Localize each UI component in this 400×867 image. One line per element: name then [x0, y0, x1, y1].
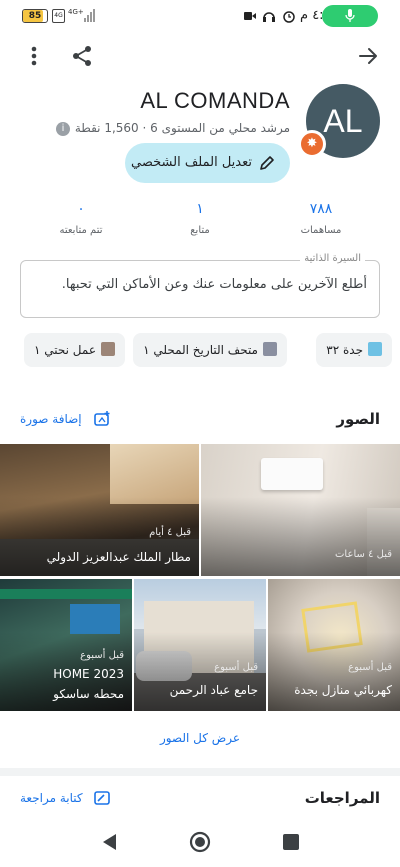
- video-icon: [244, 12, 256, 20]
- chip-city[interactable]: جدة ٣٢: [316, 333, 392, 367]
- stat-label: تتم متابعته: [59, 225, 103, 236]
- more-options-icon[interactable]: [24, 44, 44, 68]
- profile-name: AL COMANDA: [140, 88, 290, 113]
- photo-tile[interactable]: قبل أسبوع كهربائي منازل بجدة: [268, 579, 400, 711]
- museum-icon: [263, 342, 277, 356]
- pencil-icon: [260, 156, 274, 170]
- stat-contributions[interactable]: ٧٨٨ مساهمات: [276, 200, 366, 236]
- stat-value: ٧٨٨: [309, 200, 333, 216]
- city-icon: [368, 342, 382, 356]
- photo-time: قبل ٤ ساعات: [335, 549, 392, 560]
- local-guide-badge-icon: ✸: [298, 130, 326, 158]
- view-all-photos-button[interactable]: عرض كل الصور: [0, 731, 400, 745]
- headset-icon: [263, 12, 275, 22]
- chip-sculpture[interactable]: عمل نحتي ١: [24, 333, 125, 367]
- photo-time: قبل أسبوع: [348, 662, 392, 673]
- mic-indicator: [322, 5, 378, 27]
- info-icon[interactable]: i: [56, 122, 70, 136]
- stat-value: ٠: [77, 200, 85, 216]
- alarm-icon: [283, 11, 295, 23]
- bio-field[interactable]: السيرة الذاتية أطلع الآخرين على معلومات …: [20, 253, 380, 318]
- system-nav-bar: [0, 820, 400, 867]
- network-type: 4G+: [68, 8, 84, 16]
- photo-tile[interactable]: قبل أسبوع HOME 2023 محطه ساسكو: [0, 579, 132, 711]
- photo-title: كهربائي منازل بجدة: [294, 683, 392, 697]
- section-divider: [0, 768, 400, 776]
- write-review-button[interactable]: كتابة مراجعة: [20, 791, 83, 805]
- add-photo-button[interactable]: إضافة صورة: [20, 412, 82, 426]
- photo-time: قبل ٤ أيام: [149, 527, 191, 538]
- share-icon[interactable]: [70, 44, 94, 68]
- signal-icon: [84, 9, 96, 22]
- stat-label: متابع: [190, 225, 210, 236]
- photo-tile[interactable]: قبل أسبوع جامع عباد الرحمن: [134, 579, 266, 711]
- back-nav-icon[interactable]: [100, 832, 118, 852]
- stat-following[interactable]: ٠ تتم متابعته: [36, 200, 126, 236]
- recents-nav-icon[interactable]: [282, 833, 300, 851]
- bio-placeholder: أطلع الآخرين على معلومات عنك وعن الأماكن…: [61, 277, 367, 292]
- photo-title: HOME 2023: [53, 667, 124, 681]
- stat-label: مساهمات: [300, 225, 342, 236]
- write-review-icon: [94, 791, 110, 805]
- photo-time: قبل أسبوع: [80, 650, 124, 661]
- stat-value: ١: [196, 200, 204, 216]
- add-photo-icon: [94, 411, 110, 426]
- status-bar: 85 4G 4G+ ٤:٣٤ م: [0, 0, 400, 34]
- photo-tile[interactable]: قبل ٤ ساعات: [201, 444, 400, 576]
- mic-icon: [345, 9, 355, 22]
- chip-museum[interactable]: متحف التاريخ المحلي ١: [133, 333, 287, 367]
- photo-subtitle: محطه ساسكو: [53, 687, 124, 701]
- battery-icon: 85: [22, 9, 48, 23]
- photos-title: الصور: [336, 410, 380, 428]
- level-text: مرشد محلي من المستوى 6 · 1,560 نقطة: [74, 121, 290, 135]
- photo-title: مطار الملك عبدالعزيز الدولي: [46, 550, 191, 564]
- sim-icon: 4G: [52, 9, 65, 23]
- edit-profile-label: تعديل الملف الشخصي: [131, 155, 252, 170]
- photo-title: جامع عباد الرحمن: [169, 683, 258, 697]
- reviews-title: المراجعات: [304, 789, 380, 807]
- home-nav-icon[interactable]: [189, 831, 211, 853]
- bio-legend: السيرة الذاتية: [300, 253, 365, 264]
- photo-time: قبل أسبوع: [214, 662, 258, 673]
- sculpture-icon: [101, 342, 115, 356]
- photo-tile[interactable]: قبل ٤ أيام مطار الملك عبدالعزيز الدولي: [0, 444, 199, 576]
- back-arrow-icon[interactable]: [356, 44, 380, 68]
- edit-profile-button[interactable]: تعديل الملف الشخصي: [125, 143, 290, 183]
- stat-followers[interactable]: ١ متابع: [155, 200, 245, 236]
